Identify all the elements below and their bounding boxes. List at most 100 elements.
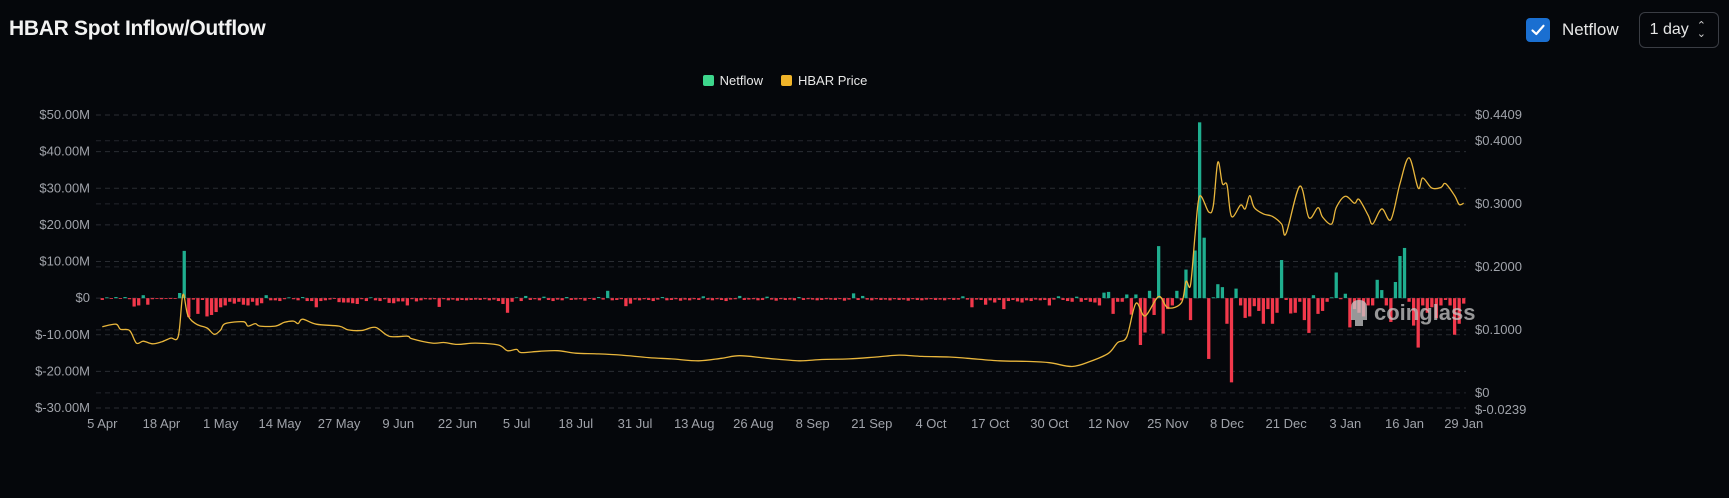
x-axis-tick-label: 5 Apr bbox=[87, 416, 118, 431]
netflow-bar-positive bbox=[1375, 279, 1379, 299]
netflow-bar-positive bbox=[1157, 246, 1161, 299]
netflow-bar-positive bbox=[596, 297, 601, 299]
netflow-bar-negative bbox=[888, 298, 892, 301]
netflow-bar-negative bbox=[168, 298, 173, 299]
netflow-bar-positive bbox=[105, 297, 109, 299]
netflow-bar-negative bbox=[433, 298, 437, 300]
netflow-bar-positive bbox=[851, 293, 856, 299]
netflow-bar-negative bbox=[260, 298, 264, 304]
netflow-bar-positive bbox=[123, 297, 127, 299]
left-axis-tick-label: $0 bbox=[76, 290, 90, 305]
netflow-bar-negative bbox=[574, 298, 578, 300]
left-axis-tick-label: $30.00M bbox=[39, 180, 90, 195]
netflow-bar-positive bbox=[606, 290, 610, 299]
netflow-bar-negative bbox=[146, 298, 150, 305]
netflow-bar-negative bbox=[419, 298, 423, 301]
coinglass-logo-icon bbox=[1351, 300, 1367, 326]
netflow-bar-negative bbox=[109, 298, 114, 299]
left-axis-tick-label: $50.00M bbox=[39, 107, 90, 122]
netflow-bar-negative bbox=[446, 298, 450, 301]
netflow-bar-positive bbox=[961, 296, 965, 299]
netflow-bar-positive bbox=[264, 295, 268, 299]
netflow-bar-negative bbox=[200, 298, 205, 300]
netflow-bar-positive bbox=[1216, 284, 1220, 299]
netflow-bar-negative bbox=[678, 298, 683, 301]
netflow-bar-negative bbox=[929, 298, 933, 300]
netflow-bar-negative bbox=[1243, 298, 1247, 318]
netflow-bar-negative bbox=[487, 298, 491, 301]
netflow-bar-negative bbox=[196, 298, 200, 314]
netflow-bar-negative bbox=[282, 298, 287, 300]
netflow-bar-negative bbox=[933, 298, 938, 300]
netflow-bar-negative bbox=[892, 298, 897, 300]
netflow-bar-negative bbox=[255, 298, 259, 306]
netflow-bar-positive bbox=[1393, 282, 1398, 299]
netflow-bar-negative bbox=[305, 298, 309, 302]
netflow-bar-negative bbox=[897, 298, 901, 300]
netflow-bar-negative bbox=[642, 298, 646, 300]
netflow-bar-negative bbox=[1275, 298, 1279, 313]
netflow-bar-positive bbox=[542, 296, 546, 299]
netflow-bar-positive bbox=[369, 297, 373, 299]
netflow-bar-negative bbox=[1029, 298, 1033, 302]
netflow-bar-negative bbox=[1170, 298, 1174, 306]
x-axis-tick-label: 3 Jan bbox=[1329, 416, 1361, 431]
netflow-bar-negative bbox=[1002, 298, 1006, 310]
left-axis-tick-label: $-20.00M bbox=[35, 363, 90, 378]
netflow-bar-negative bbox=[414, 298, 419, 302]
netflow-bar-negative bbox=[483, 298, 487, 300]
netflow-bar-negative bbox=[1034, 298, 1038, 300]
left-axis-tick-label: $-30.00M bbox=[35, 400, 90, 415]
x-axis-tick-label: 1 May bbox=[203, 416, 239, 431]
netflow-bar-negative bbox=[902, 298, 906, 300]
netflow-bar-positive bbox=[1102, 292, 1106, 299]
left-axis-tick-label: $-10.00M bbox=[35, 327, 90, 342]
netflow-bar-negative bbox=[824, 298, 828, 300]
netflow-bar-negative bbox=[1325, 298, 1329, 302]
netflow-bar-negative bbox=[979, 298, 983, 300]
netflow-bar-negative bbox=[405, 298, 409, 306]
netflow-bar-negative bbox=[760, 298, 765, 300]
netflow-bar-negative bbox=[847, 298, 851, 300]
netflow-bar-negative bbox=[624, 298, 628, 307]
netflow-bar-positive bbox=[1330, 297, 1334, 299]
netflow-bar-negative bbox=[332, 298, 337, 299]
left-axis-tick-label: $10.00M bbox=[39, 254, 90, 269]
netflow-bar-negative bbox=[546, 298, 551, 300]
netflow-bar-negative bbox=[1011, 298, 1015, 300]
netflow-bar-negative bbox=[460, 298, 464, 300]
netflow-bar-negative bbox=[209, 298, 214, 315]
netflow-bar-positive bbox=[1211, 297, 1215, 299]
netflow-bar-positive bbox=[114, 297, 118, 299]
netflow-bar-negative bbox=[1316, 298, 1320, 314]
netflow-bar-negative bbox=[920, 298, 924, 301]
netflow-bar-negative bbox=[510, 298, 514, 302]
netflow-bar-negative bbox=[637, 298, 642, 301]
netflow-bar-negative bbox=[1084, 298, 1088, 300]
netflow-bar-negative bbox=[665, 298, 669, 301]
netflow-bar-positive bbox=[1398, 256, 1402, 299]
netflow-bar-negative bbox=[742, 298, 746, 300]
netflow-bar-positive bbox=[1311, 295, 1316, 299]
netflow-bar-negative bbox=[943, 298, 947, 301]
netflow-bar-positive bbox=[861, 295, 865, 299]
netflow-bar-negative bbox=[1088, 298, 1092, 302]
netflow-bar-positive bbox=[182, 250, 186, 299]
netflow-bar-negative bbox=[159, 298, 164, 300]
netflow-bar-negative bbox=[337, 298, 341, 303]
netflow-bar-negative bbox=[779, 298, 783, 300]
netflow-bar-negative bbox=[615, 298, 619, 300]
netflow-bar-negative bbox=[1257, 298, 1261, 311]
netflow-bar-negative bbox=[401, 298, 405, 302]
netflow-bar-negative bbox=[164, 298, 168, 299]
netflow-bar-positive bbox=[1334, 272, 1338, 299]
netflow-bar-negative bbox=[555, 298, 560, 300]
netflow-bar-positive bbox=[738, 295, 742, 299]
x-axis-tick-label: 8 Dec bbox=[1210, 416, 1244, 431]
netflow-bar-negative bbox=[1298, 298, 1302, 302]
x-axis-tick-label: 29 Jan bbox=[1444, 416, 1483, 431]
right-axis-tick-label: $0.4000 bbox=[1475, 133, 1522, 148]
x-axis-tick-label: 13 Aug bbox=[674, 416, 715, 431]
netflow-bar-negative bbox=[1020, 298, 1024, 303]
netflow-bar-negative bbox=[132, 298, 136, 307]
